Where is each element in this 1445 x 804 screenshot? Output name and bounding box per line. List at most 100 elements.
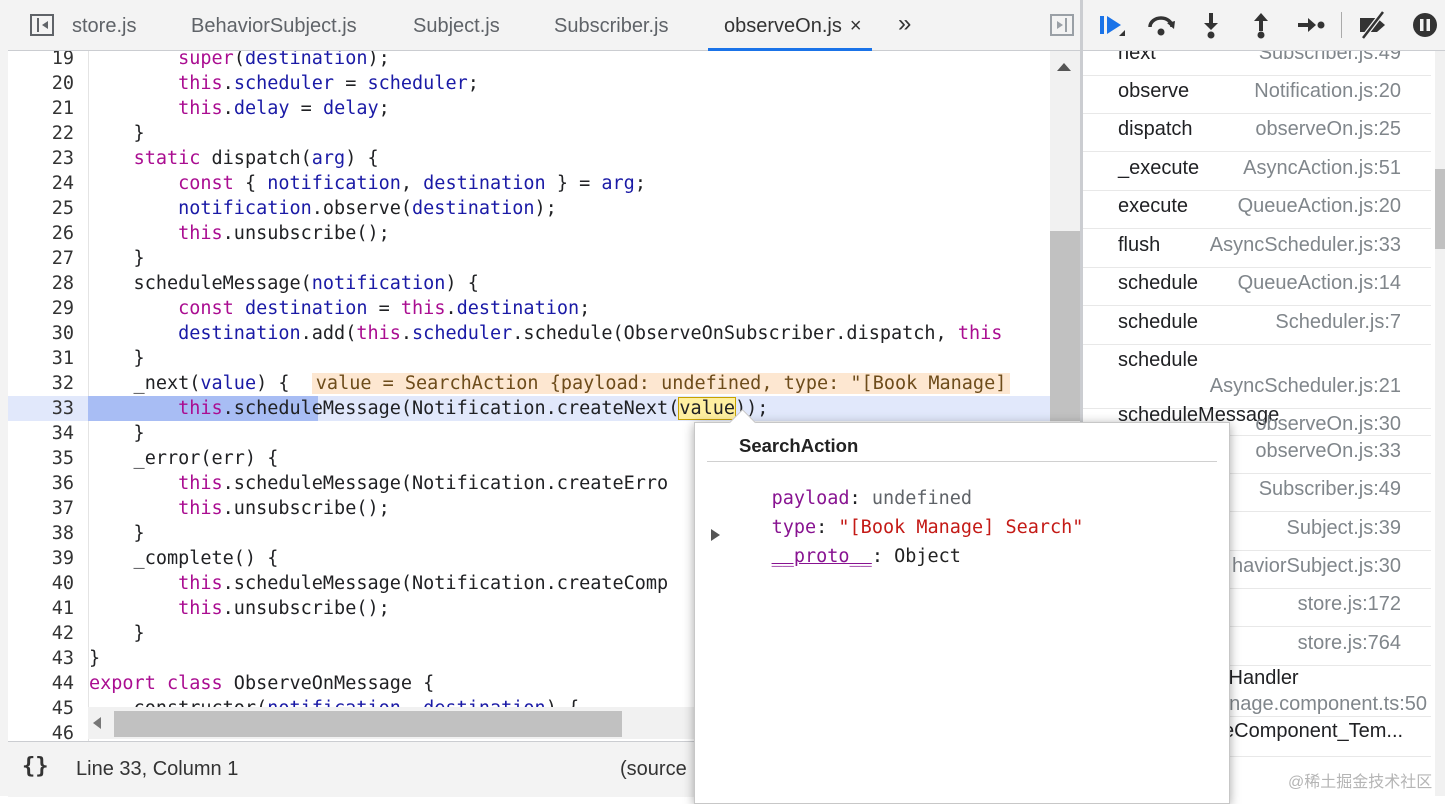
- step-out-icon[interactable]: [1245, 10, 1277, 40]
- code-line-current[interactable]: 33 this.scheduleMessage(Notification.cre…: [8, 396, 1050, 421]
- code-line[interactable]: 19 super(destination);: [8, 51, 1050, 71]
- scroll-thumb[interactable]: [1435, 169, 1445, 249]
- line-number[interactable]: 32: [8, 371, 74, 396]
- line-number[interactable]: 37: [8, 496, 74, 521]
- line-number[interactable]: 31: [8, 346, 74, 371]
- call-stack-scrollbar[interactable]: [1435, 51, 1445, 796]
- scroll-left-arrow-icon[interactable]: [93, 717, 101, 729]
- frame-location[interactable]: haviorSubject.js:30: [1232, 555, 1401, 578]
- line-number[interactable]: 43: [8, 646, 74, 671]
- editor-horizontal-scrollbar[interactable]: [88, 707, 698, 739]
- line-number[interactable]: 35: [8, 446, 74, 471]
- tab-subject-js[interactable]: Subject.js: [413, 0, 500, 50]
- code-line[interactable]: 20 this.scheduler = scheduler;: [8, 71, 1050, 96]
- toggle-debugger-icon[interactable]: [1050, 14, 1074, 36]
- line-number[interactable]: 36: [8, 471, 74, 496]
- line-number[interactable]: 28: [8, 271, 74, 296]
- code-line[interactable]: 29 const destination = this.destination;: [8, 296, 1050, 321]
- frame-location[interactable]: Scheduler.js:7: [1275, 311, 1401, 334]
- line-number[interactable]: 21: [8, 96, 74, 121]
- tab-store-js[interactable]: store.js: [72, 0, 136, 50]
- close-icon[interactable]: ×: [850, 15, 862, 37]
- toggle-navigator-icon[interactable]: [30, 14, 54, 36]
- line-number[interactable]: 45: [8, 696, 74, 721]
- object-preview-popover[interactable]: SearchAction payload: undefined type: "[…: [694, 422, 1230, 804]
- frame-location[interactable]: store.js:172: [1298, 593, 1401, 616]
- code-line[interactable]: 26 this.unsubscribe();: [8, 221, 1050, 246]
- frame-location[interactable]: store.js:764: [1298, 632, 1401, 655]
- frame-location[interactable]: QueueAction.js:20: [1238, 195, 1401, 218]
- scroll-thumb[interactable]: [1050, 231, 1080, 421]
- call-frame[interactable]: observe Notification.js:20: [1083, 75, 1431, 114]
- deactivate-breakpoints-icon[interactable]: [1357, 10, 1389, 40]
- code-line[interactable]: 23 static dispatch(arg) {: [8, 146, 1050, 171]
- more-tabs-icon[interactable]: »: [898, 10, 911, 38]
- frame-location[interactable]: Notification.js:20: [1254, 80, 1401, 103]
- line-number[interactable]: 42: [8, 621, 74, 646]
- frame-location[interactable]: AsyncScheduler.js:33: [1210, 234, 1401, 257]
- call-frame[interactable]: execute QueueAction.js:20: [1083, 190, 1431, 229]
- frame-location[interactable]: AsyncScheduler.js:21: [1210, 375, 1401, 398]
- line-number[interactable]: 44: [8, 671, 74, 696]
- expand-triangle-icon[interactable]: [711, 529, 720, 541]
- tab-subscriber-js[interactable]: Subscriber.js: [554, 0, 669, 50]
- frame-location[interactable]: observeOn.js:30: [1255, 413, 1401, 436]
- line-number[interactable]: 46: [8, 721, 74, 741]
- source-map-link[interactable]: (source: [620, 758, 687, 781]
- code-line[interactable]: 27 }: [8, 246, 1050, 271]
- frame-location[interactable]: observeOn.js:25: [1255, 118, 1401, 141]
- code-line[interactable]: 25 notification.observe(destination);: [8, 196, 1050, 221]
- code-line[interactable]: 31 }: [8, 346, 1050, 371]
- call-frame[interactable]: _execute AsyncAction.js:51: [1083, 152, 1431, 191]
- code-line[interactable]: 30 destination.add(this.scheduler.schedu…: [8, 321, 1050, 346]
- line-number[interactable]: 24: [8, 171, 74, 196]
- line-number[interactable]: 39: [8, 546, 74, 571]
- call-frame[interactable]: dispatch observeOn.js:25: [1083, 113, 1431, 152]
- call-frame[interactable]: schedule QueueAction.js:14: [1083, 267, 1431, 306]
- tab-behaviorsubject-js[interactable]: BehaviorSubject.js: [191, 0, 357, 50]
- line-number[interactable]: 33: [8, 396, 74, 421]
- line-number[interactable]: 20: [8, 71, 74, 96]
- step-icon[interactable]: [1295, 10, 1327, 40]
- resume-icon[interactable]: [1095, 10, 1127, 40]
- scroll-thumb[interactable]: [114, 711, 622, 737]
- code-text: }: [89, 621, 145, 646]
- code-line[interactable]: 24 const { notification, destination } =…: [8, 171, 1050, 196]
- hovered-token[interactable]: value: [678, 397, 737, 420]
- line-number[interactable]: 34: [8, 421, 74, 446]
- call-frame[interactable]: schedule Scheduler.js:7: [1083, 306, 1431, 345]
- frame-location[interactable]: Subscriber.js:49: [1259, 478, 1401, 501]
- line-number[interactable]: 25: [8, 196, 74, 221]
- pretty-print-icon[interactable]: {}: [22, 754, 49, 779]
- step-over-icon[interactable]: [1145, 10, 1177, 40]
- frame-location[interactable]: QueueAction.js:14: [1238, 272, 1401, 295]
- frame-location[interactable]: nage.component.ts:50: [1229, 693, 1427, 716]
- code-line[interactable]: 28 scheduleMessage(notification) {: [8, 271, 1050, 296]
- code-line[interactable]: 32 _next(value) { value = SearchAction {…: [8, 371, 1050, 396]
- tab-observeon-js[interactable]: observeOn.js ×: [708, 0, 872, 51]
- line-number[interactable]: 27: [8, 246, 74, 271]
- frame-location[interactable]: Subscriber.js:49: [1259, 51, 1401, 65]
- step-into-icon[interactable]: [1195, 10, 1227, 40]
- code-line[interactable]: 22 }: [8, 121, 1050, 146]
- line-number[interactable]: 30: [8, 321, 74, 346]
- call-frame[interactable]: next Subscriber.js:49: [1083, 51, 1431, 76]
- line-number[interactable]: 38: [8, 521, 74, 546]
- scroll-up-arrow-icon[interactable]: [1057, 63, 1071, 71]
- frame-function: observe: [1118, 80, 1190, 102]
- code-line[interactable]: 21 this.delay = delay;: [8, 96, 1050, 121]
- line-number[interactable]: 29: [8, 296, 74, 321]
- call-frame[interactable]: schedule AsyncScheduler.js:21: [1083, 344, 1431, 409]
- property-row-proto[interactable]: __proto__: Object: [727, 525, 961, 588]
- line-number[interactable]: 41: [8, 596, 74, 621]
- line-number[interactable]: 22: [8, 121, 74, 146]
- call-frame[interactable]: flush AsyncScheduler.js:33: [1083, 229, 1431, 268]
- line-number[interactable]: 40: [8, 571, 74, 596]
- line-number[interactable]: 23: [8, 146, 74, 171]
- pause-on-exceptions-icon[interactable]: [1409, 10, 1441, 40]
- frame-location[interactable]: Subject.js:39: [1286, 517, 1401, 540]
- line-number[interactable]: 19: [8, 51, 74, 71]
- frame-location[interactable]: observeOn.js:33: [1255, 440, 1401, 463]
- line-number[interactable]: 26: [8, 221, 74, 246]
- frame-location[interactable]: AsyncAction.js:51: [1243, 157, 1401, 180]
